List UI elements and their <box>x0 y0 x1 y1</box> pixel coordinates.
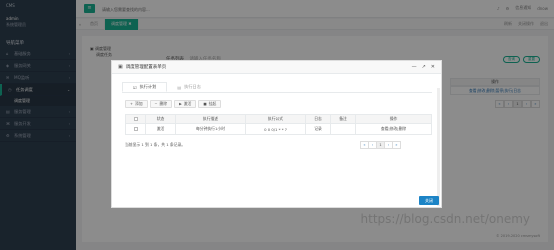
row-select <box>125 123 146 135</box>
cell-remark <box>330 123 356 135</box>
add-button[interactable]: + 添加 <box>125 100 148 108</box>
cell-status: 激活 <box>145 123 176 135</box>
modal-footer: 关闭 <box>112 196 443 209</box>
maximize-icon[interactable]: ↗ <box>422 64 426 70</box>
log-icon: ▤ <box>177 84 182 90</box>
col-remark: 备注 <box>330 114 356 124</box>
suspend-label: 挂起 <box>208 101 217 106</box>
schedule-config-modal: ▣ 调度管理配置表单页 — ↗ ✕ ☑ 执行计划 ▤ 执行日志 + 添加 − 删… <box>111 60 442 208</box>
col-select <box>125 114 146 124</box>
cell-log: 记录 <box>305 123 331 135</box>
edit-icon: ☑ <box>133 84 137 90</box>
modal-scrollbar[interactable] <box>437 88 440 206</box>
cell-ops-links[interactable]: 查看|修改|删除 <box>355 123 432 135</box>
minus-icon: − <box>154 102 158 106</box>
add-label: 添加 <box>134 101 143 106</box>
delete-label: 删除 <box>159 101 168 106</box>
play-icon: ▶ <box>179 102 182 106</box>
close-icon[interactable]: ✕ <box>431 64 435 70</box>
table-header-row: 状态 执行描述 执行公式 日志 备注 操作 <box>125 114 432 124</box>
col-desc: 执行描述 <box>175 114 246 124</box>
row-checkbox[interactable] <box>133 126 138 131</box>
col-ops: 操作 <box>355 114 432 124</box>
window-icon: ▣ <box>118 64 123 70</box>
modal-toolbar: + 添加 − 删除 ▶ 激活 ■ 挂起 <box>125 100 222 108</box>
modal-title: 调度管理配置表单页 <box>125 65 167 70</box>
activate-button[interactable]: ▶ 激活 <box>174 100 197 108</box>
col-status: 状态 <box>145 114 176 124</box>
execution-plan-table: 状态 执行描述 执行公式 日志 备注 操作 激活 每分钟执行1小时 0 0 0/… <box>125 114 432 135</box>
modal-controls: — ↗ ✕ <box>412 64 435 70</box>
cell-desc: 每分钟执行1小时 <box>175 123 246 135</box>
cell-expr: 0 0 0/1 * * ? <box>245 123 306 135</box>
col-expr: 执行公式 <box>245 114 306 124</box>
tab-label: 执行日志 <box>184 84 201 89</box>
pager-last[interactable]: » <box>392 141 401 149</box>
col-log: 日志 <box>305 114 331 124</box>
tab-execution-log[interactable]: ▤ 执行日志 <box>167 82 211 92</box>
modal-pager: « ‹ 1 › » <box>360 141 401 149</box>
modal-tabs: ☑ 执行计划 ▤ 执行日志 <box>122 82 432 93</box>
close-button[interactable]: 关闭 <box>419 196 439 205</box>
modal-header[interactable]: ▣ 调度管理配置表单页 — ↗ ✕ <box>112 61 441 74</box>
stop-icon: ■ <box>203 102 207 106</box>
table-row[interactable]: 激活 每分钟执行1小时 0 0 0/1 * * ? 记录 查看|修改|删除 <box>125 123 432 135</box>
tab-execution-plan[interactable]: ☑ 执行计划 <box>122 82 168 92</box>
delete-button[interactable]: − 删除 <box>149 100 173 108</box>
tab-label: 执行计划 <box>139 84 157 89</box>
select-all-checkbox[interactable] <box>133 116 138 121</box>
minimize-icon[interactable]: — <box>412 64 417 70</box>
suspend-button[interactable]: ■ 挂起 <box>198 100 222 108</box>
activate-label: 激活 <box>183 101 192 106</box>
modal-body: ☑ 执行计划 ▤ 执行日志 + 添加 − 删除 ▶ 激活 ■ 挂起 状态 执行描… <box>112 74 441 206</box>
plus-icon: + <box>130 102 133 106</box>
pagination-summary: 当前显示 1 到 1 条，共 1 条记录。 <box>125 142 186 147</box>
